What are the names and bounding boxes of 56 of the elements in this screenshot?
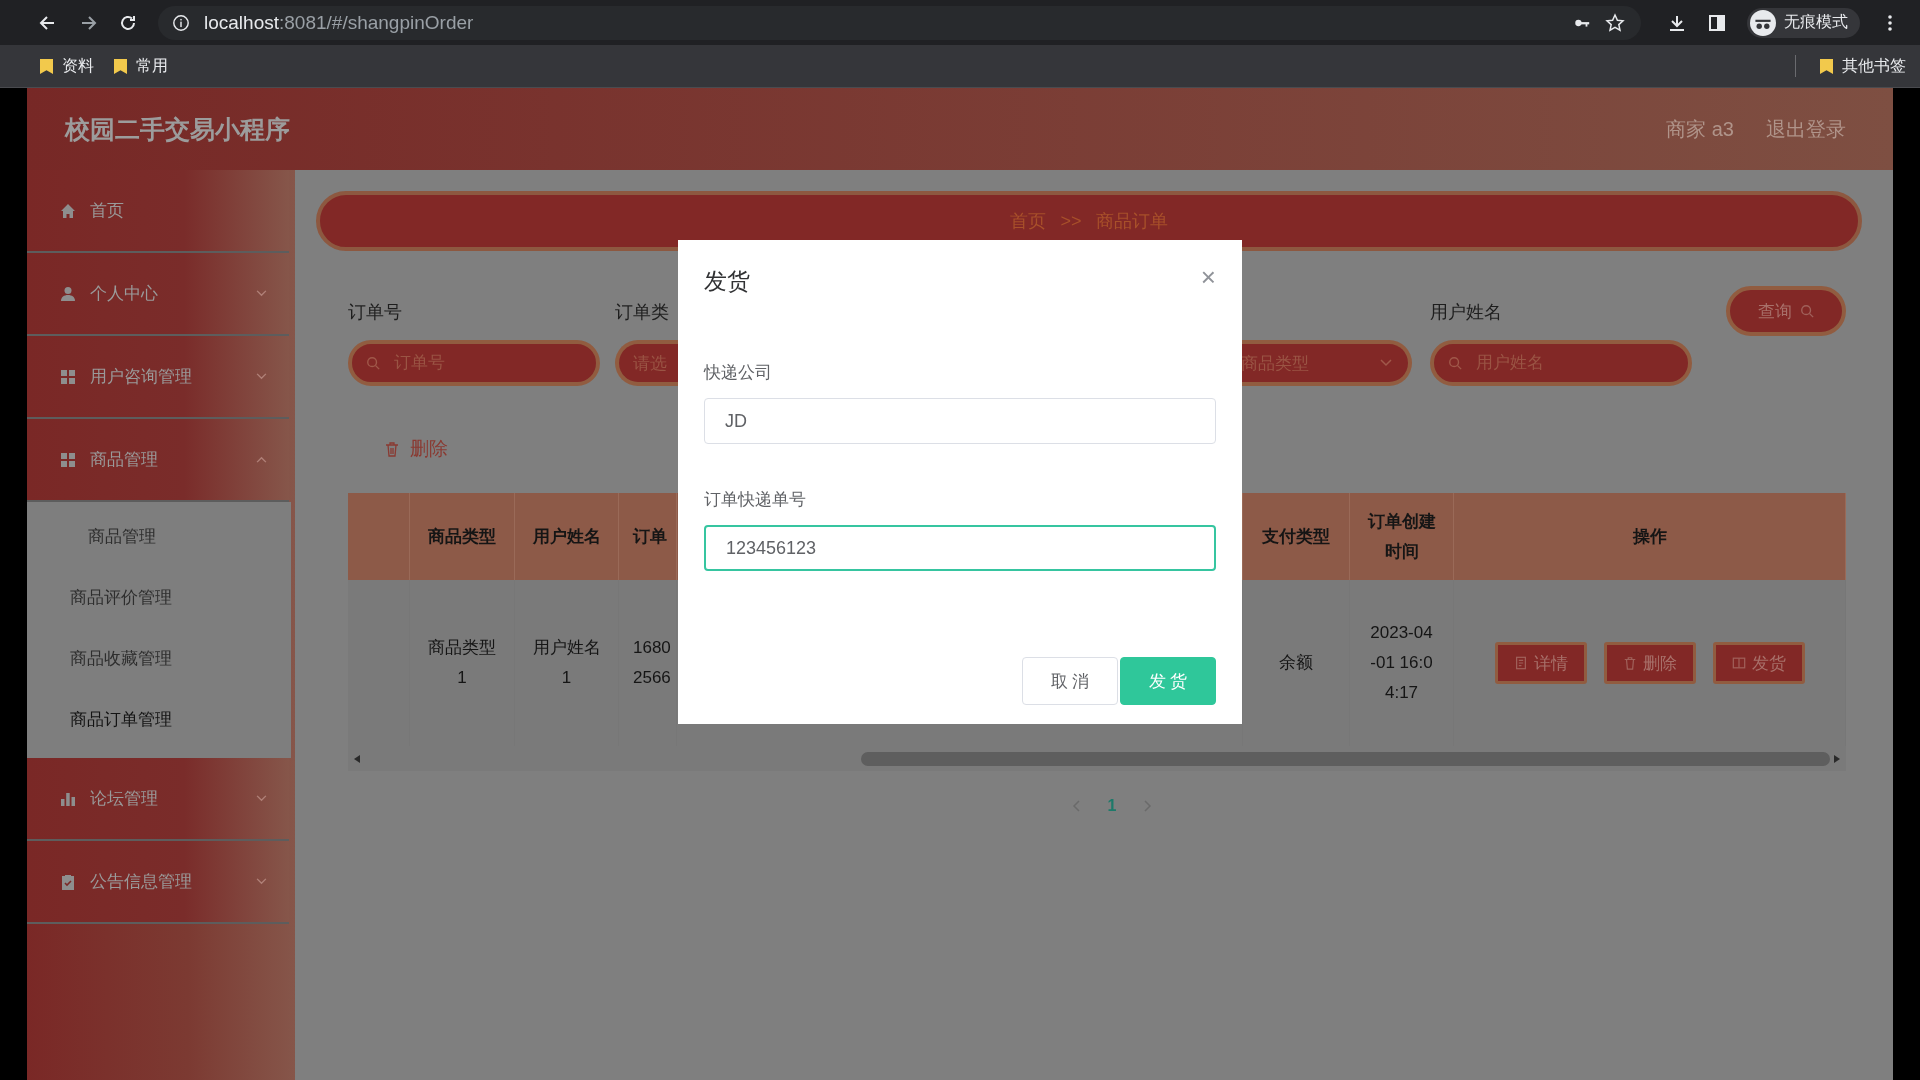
clipboard-icon bbox=[60, 873, 76, 890]
incognito-icon bbox=[1750, 9, 1776, 36]
document-icon bbox=[1513, 656, 1528, 670]
breadcrumb-item: >> bbox=[1060, 210, 1082, 232]
cancel-button[interactable]: 取 消 bbox=[1022, 657, 1118, 705]
sidebar-item[interactable]: 首页 bbox=[27, 170, 289, 253]
field-label: 快递公司 bbox=[704, 362, 773, 384]
sidebar-item[interactable]: 用户咨询管理 bbox=[27, 336, 289, 419]
action-button[interactable]: 发货 bbox=[1712, 642, 1805, 684]
logout-link[interactable]: 退出登录 bbox=[1766, 115, 1846, 143]
info-icon[interactable] bbox=[172, 13, 190, 32]
submenu-item[interactable]: 商品收藏管理 bbox=[27, 628, 291, 689]
bookmark[interactable]: 其他书签 bbox=[1820, 55, 1906, 77]
sidebar-item[interactable]: 论坛管理 bbox=[27, 758, 289, 841]
sidebar-item[interactable]: 个人中心 bbox=[27, 253, 289, 336]
close-button[interactable]: × bbox=[1200, 266, 1216, 287]
bar-chart-icon bbox=[60, 790, 76, 807]
star-icon[interactable] bbox=[1605, 12, 1625, 33]
delete-button[interactable]: 删除 bbox=[378, 432, 454, 466]
filter-label: 用户姓名 bbox=[1430, 301, 1503, 322]
field-label: 订单快递单号 bbox=[704, 489, 807, 511]
input-field[interactable]: JD bbox=[704, 398, 1216, 444]
search-button[interactable]: 查询 bbox=[1726, 286, 1846, 336]
user-name: 商家 a3 bbox=[1666, 116, 1734, 142]
submenu-item[interactable]: 商品订单管理 bbox=[27, 689, 291, 750]
action-button[interactable]: 详情 bbox=[1494, 642, 1587, 684]
input-field[interactable]: 123456123 bbox=[704, 525, 1216, 571]
submenu-item[interactable]: 商品评价管理 bbox=[27, 567, 291, 628]
app-title: 校园二手交易小程序 bbox=[65, 113, 290, 145]
grid-icon bbox=[60, 451, 76, 468]
action-button[interactable]: 删除 bbox=[1603, 642, 1696, 684]
dialog-title: 发货 bbox=[704, 267, 750, 296]
search-icon bbox=[366, 356, 380, 370]
home-icon bbox=[60, 202, 76, 219]
url-text: localhost:8081/#/shangpinOrder bbox=[204, 11, 474, 34]
filter-label: 订单类 bbox=[615, 301, 670, 322]
sidebar-item[interactable]: 公告信息管理 bbox=[27, 841, 289, 924]
grid-icon bbox=[60, 368, 76, 385]
book-icon bbox=[1731, 656, 1746, 670]
user-icon bbox=[60, 285, 76, 302]
sidebar-item[interactable]: 商品管理 bbox=[27, 419, 289, 502]
bookmark[interactable]: 资料 bbox=[40, 55, 94, 77]
profile-button[interactable]: 无痕模式 bbox=[1747, 7, 1860, 38]
address-bar[interactable]: localhost:8081/#/shangpinOrder bbox=[158, 5, 1641, 40]
chevron-icon bbox=[1380, 359, 1392, 367]
scroll-right-icon[interactable] bbox=[1834, 754, 1840, 763]
trash-icon bbox=[1622, 656, 1637, 670]
filter-label: 订单号 bbox=[348, 301, 403, 322]
trash-icon bbox=[384, 441, 400, 457]
side-panel-icon[interactable] bbox=[1707, 12, 1727, 33]
confirm-button[interactable]: 发 货 bbox=[1120, 657, 1216, 705]
scroll-left-icon[interactable] bbox=[354, 754, 360, 763]
submenu-item[interactable]: 商品管理 bbox=[27, 506, 291, 567]
search-icon bbox=[1448, 356, 1462, 370]
bookmark[interactable]: 常用 bbox=[114, 55, 168, 77]
search-icon bbox=[1800, 304, 1814, 318]
